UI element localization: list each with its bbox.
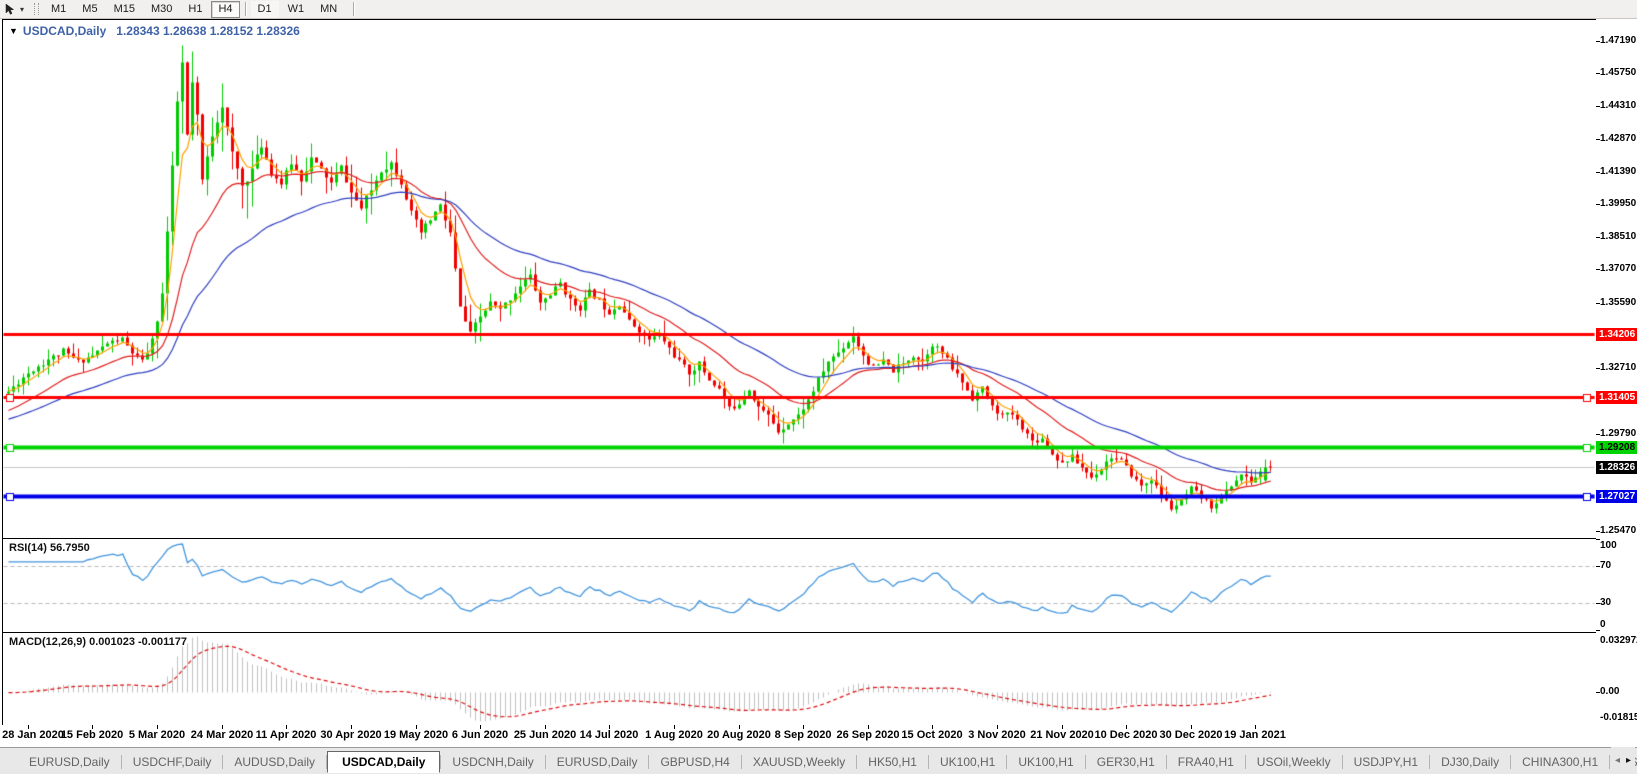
y-axis-tick: 1.38510 bbox=[1600, 231, 1637, 242]
price-line-label[interactable]: 1.27027 bbox=[1596, 490, 1637, 503]
price-line-label[interactable]: 1.31405 bbox=[1596, 391, 1637, 404]
rsi-axis-tick-dash bbox=[1596, 630, 1600, 631]
timeframe-button-m15[interactable]: M15 bbox=[107, 1, 142, 18]
collapse-triangle-icon[interactable]: ▼ bbox=[9, 26, 18, 36]
macd-axis-min: -0.018154 bbox=[1600, 712, 1637, 723]
rsi-axis-tick: 70 bbox=[1600, 560, 1612, 571]
main-chart-pane[interactable]: ▼ USDCAD,Daily 1.28343 1.28638 1.28152 1… bbox=[2, 19, 1598, 539]
x-axis-label: 15 Feb 2020 bbox=[60, 729, 124, 741]
y-axis-tick: 1.47190 bbox=[1600, 35, 1637, 46]
x-axis-label: 1 Aug 2020 bbox=[645, 729, 703, 741]
toolbar-separator bbox=[244, 2, 246, 16]
timeframe-toolbar: ▾ M1 M5 M15 M30 H1 H4 D1 W1 MN bbox=[0, 0, 1637, 19]
macd-canvas[interactable] bbox=[3, 633, 1595, 724]
x-axis-label: 21 Nov 2020 bbox=[1030, 729, 1094, 741]
chart-ohlc-values: 1.28343 1.28638 1.28152 1.28326 bbox=[116, 24, 300, 38]
x-axis-label: 28 Jan 2020 bbox=[2, 729, 64, 741]
tab-eurusd-daily[interactable]: EURUSD,Daily bbox=[546, 751, 649, 773]
macd-axis-max: 0.032972 bbox=[1600, 635, 1637, 646]
macd-axis-zero: 0.00 bbox=[1600, 686, 1620, 697]
x-axis-label: 30 Apr 2020 bbox=[320, 729, 382, 741]
tab-uk100-h1[interactable]: UK100,H1 bbox=[1007, 751, 1084, 773]
rsi-label: RSI(14) 56.7950 bbox=[9, 542, 90, 554]
x-axis-label: 8 Sep 2020 bbox=[774, 729, 832, 741]
rsi-indicator-pane[interactable]: RSI(14) 56.7950 bbox=[2, 538, 1598, 633]
x-axis-label: 10 Dec 2020 bbox=[1094, 729, 1158, 741]
timeframe-button-h1[interactable]: H1 bbox=[181, 1, 209, 18]
y-axis-tick: 1.39950 bbox=[1600, 198, 1637, 209]
rsi-axis-tick: 30 bbox=[1600, 597, 1612, 608]
rsi-canvas[interactable] bbox=[3, 539, 1595, 630]
x-axis-label: 24 Mar 2020 bbox=[190, 729, 254, 741]
chart-symbol-label: USDCAD,Daily bbox=[22, 24, 107, 38]
timeframe-button-h4[interactable]: H4 bbox=[211, 0, 240, 18]
rsi-axis-tick: 100 bbox=[1600, 540, 1617, 551]
toolbar-grip-handle[interactable] bbox=[34, 3, 40, 15]
timeframe-button-d1[interactable]: D1 bbox=[250, 0, 279, 18]
scroll-right-icon[interactable]: ▸ bbox=[1626, 755, 1631, 766]
y-axis-tick: 1.37070 bbox=[1600, 263, 1637, 274]
price-axis[interactable]: 1.47190 1.45750 1.44310 1.42870 1.41390 1.399… bbox=[1596, 19, 1637, 725]
y-axis-tick: 1.42870 bbox=[1600, 133, 1637, 144]
y-axis-tick: 1.32710 bbox=[1600, 362, 1637, 373]
y-axis-tick: 1.41390 bbox=[1600, 166, 1637, 177]
tab-uk100-h1[interactable]: UK100,H1 bbox=[929, 751, 1006, 773]
macd-label: MACD(12,26,9) 0.001023 -0.001177 bbox=[9, 636, 187, 648]
tab-hk50-h1[interactable]: HK50,H1 bbox=[857, 751, 928, 773]
x-axis-label: 5 Mar 2020 bbox=[128, 729, 186, 741]
tab-eurusd-daily[interactable]: EURUSD,Daily bbox=[18, 751, 121, 773]
cursor-tool-button[interactable]: ▾ bbox=[0, 0, 28, 18]
main-chart-canvas[interactable] bbox=[3, 20, 1595, 536]
x-axis-label: 19 Jan 2021 bbox=[1224, 729, 1286, 741]
tab-ger30-h1[interactable]: GER30,H1 bbox=[1086, 751, 1166, 773]
tab-fra40-h1[interactable]: FRA40,H1 bbox=[1167, 751, 1245, 773]
tab-usdcad-daily[interactable]: USDCAD,Daily bbox=[327, 750, 441, 773]
chart-title: ▼ USDCAD,Daily 1.28343 1.28638 1.28152 1… bbox=[9, 24, 300, 38]
tab-china300-h1[interactable]: CHINA300,H1 bbox=[1511, 751, 1609, 773]
trading-terminal-window: ▾ M1 M5 M15 M30 H1 H4 D1 W1 MN ▼ USDCAD,Daily 1.… bbox=[0, 0, 1637, 774]
timeframe-button-m5[interactable]: M5 bbox=[75, 1, 104, 18]
tab-dj30-daily[interactable]: DJ30,Daily bbox=[1430, 751, 1510, 773]
x-axis-label: 20 Aug 2020 bbox=[707, 729, 771, 741]
x-axis-label: 15 Oct 2020 bbox=[901, 729, 963, 741]
tab-usoil-weekly[interactable]: USOil,Weekly bbox=[1246, 751, 1342, 773]
tab-usdcnh-daily[interactable]: USDCNH,Daily bbox=[441, 751, 544, 773]
x-axis-label: 11 Apr 2020 bbox=[255, 729, 317, 741]
timeframe-buttons: M1 M5 M15 M30 H1 H4 D1 W1 MN bbox=[43, 0, 358, 18]
y-axis-tick: 1.29790 bbox=[1600, 428, 1637, 439]
x-axis-label: 3 Nov 2020 bbox=[968, 729, 1026, 741]
x-axis-label: 14 Jul 2020 bbox=[579, 729, 639, 741]
date-axis[interactable]: 28 Jan 2020 15 Feb 2020 5 Mar 2020 24 Mar 2… bbox=[0, 725, 1637, 747]
price-line-label[interactable]: 1.34206 bbox=[1596, 328, 1637, 341]
x-axis-label: 26 Sep 2020 bbox=[836, 729, 900, 741]
chevron-down-icon[interactable]: ▾ bbox=[20, 5, 24, 14]
timeframe-button-mn[interactable]: MN bbox=[313, 1, 344, 18]
timeframe-button-w1[interactable]: W1 bbox=[281, 1, 312, 18]
timeframe-button-m30[interactable]: M30 bbox=[144, 1, 179, 18]
scroll-left-icon[interactable]: ◂ bbox=[1615, 755, 1620, 766]
current-price-label: 1.28326 bbox=[1596, 461, 1637, 474]
tab-usdjpy-h1[interactable]: USDJPY,H1 bbox=[1343, 751, 1429, 773]
tab-usdchf-daily[interactable]: USDCHF,Daily bbox=[122, 751, 223, 773]
tab-audusd-daily[interactable]: AUDUSD,Daily bbox=[223, 751, 326, 773]
x-axis-label: 25 Jun 2020 bbox=[513, 729, 577, 741]
x-axis-label: 6 Jun 2020 bbox=[451, 729, 509, 741]
tab-gbpusd-h4[interactable]: GBPUSD,H4 bbox=[649, 751, 740, 773]
timeframe-button-m1[interactable]: M1 bbox=[44, 1, 73, 18]
y-axis-tick: 1.35590 bbox=[1600, 297, 1637, 308]
price-line-label[interactable]: 1.29208 bbox=[1596, 441, 1637, 454]
x-axis-label: 30 Dec 2020 bbox=[1159, 729, 1223, 741]
x-axis-label: 19 May 2020 bbox=[383, 729, 449, 741]
macd-indicator-pane[interactable]: MACD(12,26,9) 0.001023 -0.001177 bbox=[2, 632, 1598, 727]
rsi-axis-tick: 0 bbox=[1600, 619, 1606, 630]
tab-scroll-arrows: ◂ ▸ bbox=[1610, 747, 1635, 774]
toolbar-separator bbox=[353, 2, 355, 16]
y-axis-tick: 1.44310 bbox=[1600, 100, 1637, 111]
chart-tab-bar: EURUSD,Daily USDCHF,Daily AUDUSD,Daily USDC… bbox=[0, 747, 1637, 774]
y-axis-tick: 1.45750 bbox=[1600, 67, 1637, 78]
pointer-cursor-icon bbox=[5, 3, 15, 15]
tab-xauusd-weekly[interactable]: XAUUSD,Weekly bbox=[742, 751, 856, 773]
y-axis-tick: 1.25470 bbox=[1600, 525, 1637, 536]
